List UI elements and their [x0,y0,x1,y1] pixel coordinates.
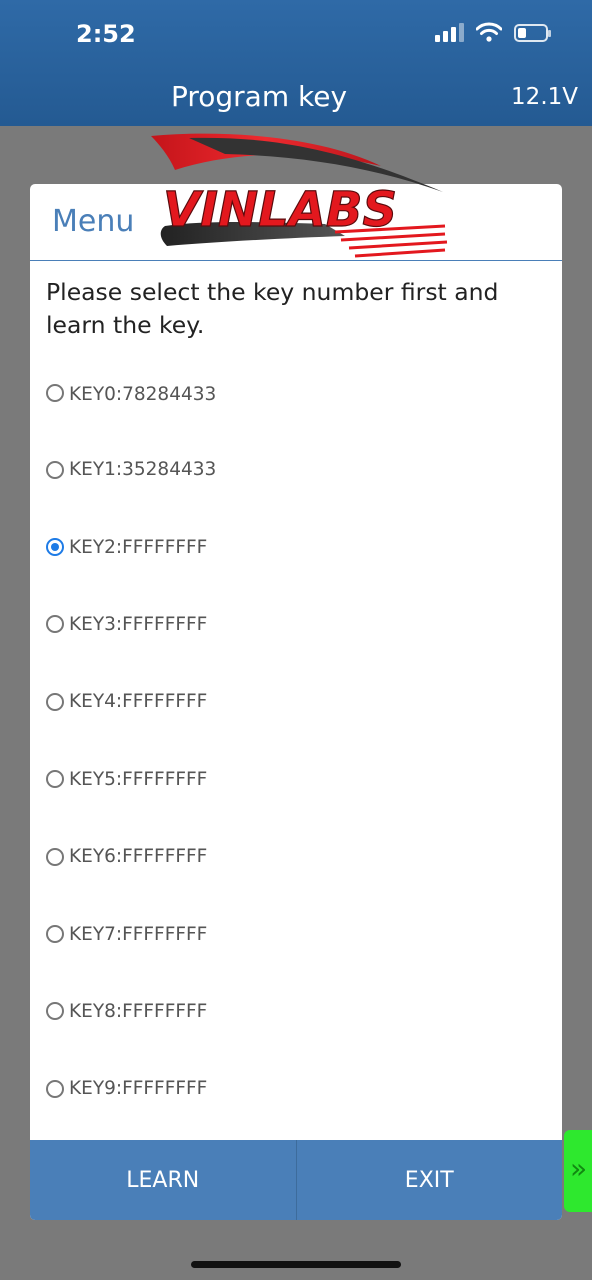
exit-button[interactable]: EXIT [295,1140,563,1220]
key-option-label: KEY4:FFFFFFFF [69,691,208,713]
radio-icon[interactable] [46,1002,64,1021]
key-option[interactable]: KEY7:FFFFFFFF [46,895,546,972]
vinlabs-logo: VINLABS [151,133,448,258]
key-option[interactable]: KEY6:FFFFFFFF [46,818,546,895]
learn-button[interactable]: LEARN [30,1140,296,1220]
radio-icon[interactable] [46,847,64,866]
app-header: 2:52 Program key 12.1V [0,0,592,126]
dialog-prompt: Please select the key number first and l… [46,278,499,339]
radio-icon[interactable] [46,692,64,711]
side-drawer-tab[interactable]: » [564,1130,592,1212]
key-option[interactable]: KEY3:FFFFFFFF [46,586,546,663]
key-option-label: KEY5:FFFFFFFF [69,768,208,790]
home-indicator [191,1261,401,1268]
radio-icon[interactable] [46,925,64,944]
key-options-list: KEY0:78284433 KEY1:35284433 KEY2:FFFFFFF… [46,384,546,1128]
key-option[interactable]: KEY9:FFFFFFFF [46,1050,546,1127]
double-chevron-right-icon: » [570,1152,588,1185]
key-option-label: KEY6:FFFFFFFF [69,846,208,868]
logo-text: VINLABS [163,182,397,238]
status-time: 2:52 [76,20,136,48]
key-option-label: KEY3:FFFFFFFF [69,613,208,635]
cellular-signal-icon [435,22,464,42]
key-select-dialog: Menu Please select the key number first … [30,184,562,1220]
dialog-title: Menu [52,204,135,239]
key-option-label: KEY2:FFFFFFFF [69,536,208,558]
radio-icon[interactable] [46,460,64,479]
key-option[interactable]: KEY4:FFFFFFFF [46,663,546,740]
radio-icon[interactable] [46,1079,64,1098]
key-option-label: KEY8:FFFFFFFF [69,1000,208,1022]
battery-icon [514,24,551,42]
key-option[interactable]: KEY2:FFFFFFFF [46,508,546,585]
dialog-footer: LEARN EXIT [30,1140,562,1220]
status-icons [435,22,551,42]
key-option-label: KEY7:FFFFFFFF [69,923,208,945]
radio-icon[interactable] [46,770,64,789]
radio-icon[interactable] [46,384,64,402]
key-option[interactable]: KEY1:35284433 [46,431,546,508]
key-option-label: KEY0:78284433 [69,384,217,405]
voltage-readout: 12.1V [511,84,578,110]
key-option-label: KEY1:35284433 [69,459,217,481]
page-title: Program key [170,80,348,113]
key-option[interactable]: KEY8:FFFFFFFF [46,973,546,1050]
wifi-icon [476,22,502,42]
key-option[interactable]: KEY0:78284433 [46,384,546,431]
radio-selected-icon[interactable] [46,538,64,557]
key-option[interactable]: KEY5:FFFFFFFF [46,741,546,818]
radio-icon[interactable] [46,615,64,634]
key-option-label: KEY9:FFFFFFFF [69,1078,208,1100]
